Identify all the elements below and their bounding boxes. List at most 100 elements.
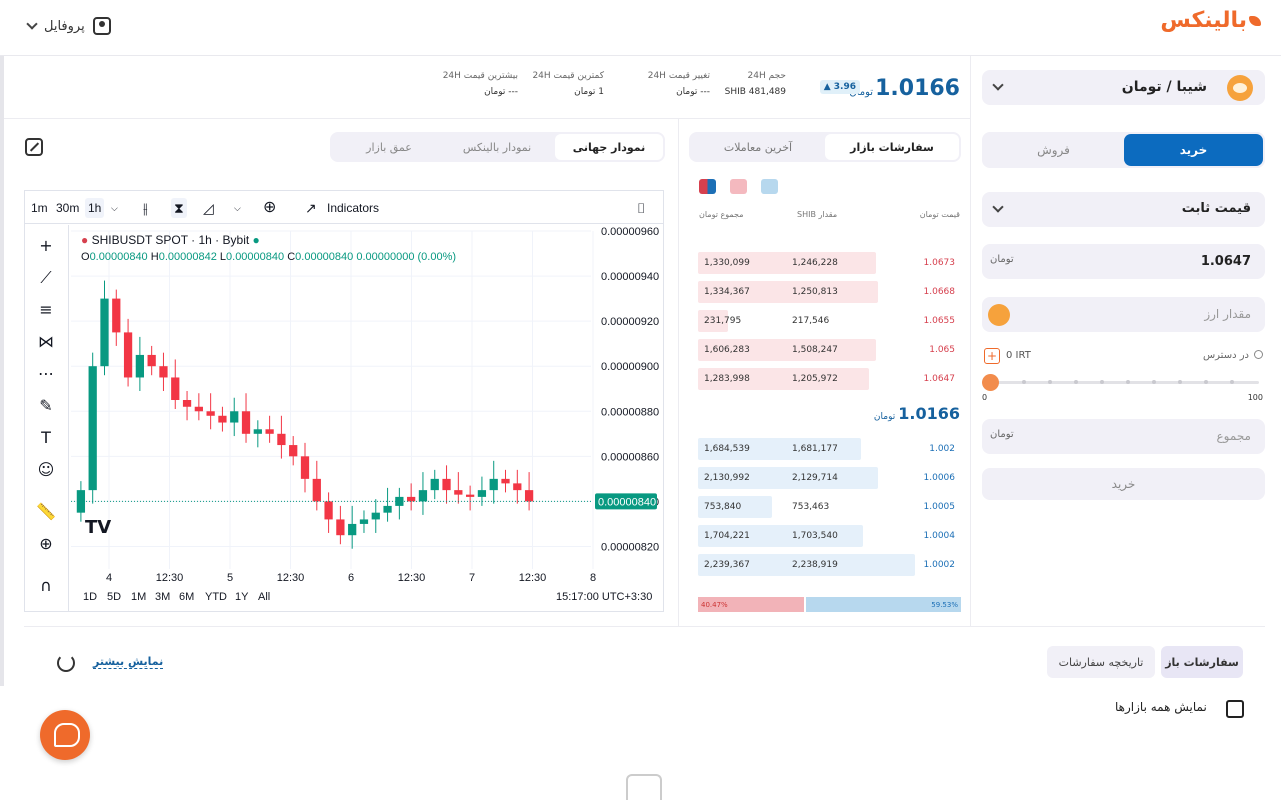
row-total: 1,704,221 xyxy=(704,531,750,541)
row-total: 1,684,539 xyxy=(704,444,750,454)
col-price: قیمت تومان xyxy=(919,210,960,219)
expand-icon[interactable] xyxy=(25,138,43,156)
divider xyxy=(24,626,1265,627)
interval-1h[interactable]: 1h xyxy=(85,198,105,218)
amount-input[interactable]: مقدار ارز xyxy=(982,297,1265,332)
pattern-icon[interactable]: ⋈ xyxy=(35,331,57,353)
emoji-icon[interactable]: ☺ xyxy=(35,459,57,481)
tab-order-history[interactable]: تاریخچه سفارشات xyxy=(1047,646,1155,678)
view-bids-icon[interactable] xyxy=(761,179,778,194)
ask-row[interactable]: 1,606,283 1,508,247 1.065 xyxy=(698,339,961,361)
market-select[interactable]: شیبا / تومان xyxy=(982,70,1265,105)
range-all[interactable]: All xyxy=(258,591,270,603)
logo[interactable]: بالینکس xyxy=(1160,8,1261,33)
bid-row[interactable]: 1,704,221 1,703,540 1.0004 xyxy=(698,525,961,547)
zoom-icon[interactable]: ⊕ xyxy=(35,533,57,555)
sell-tab[interactable]: فروش xyxy=(984,134,1123,166)
crosshair-icon[interactable]: + xyxy=(35,235,57,257)
add-icon[interactable]: ⊕ xyxy=(263,198,276,218)
bar-type-icon[interactable]: ⫲ xyxy=(143,198,148,218)
brush-icon[interactable]: ✎ xyxy=(35,395,57,417)
view-both-icon[interactable] xyxy=(699,179,716,194)
ask-row[interactable]: 231,795 217,546 1.0655 xyxy=(698,310,961,332)
range-ytd[interactable]: YTD xyxy=(205,591,227,603)
total-input[interactable]: مجموع تومان xyxy=(982,419,1265,454)
submit-buy-button[interactable]: خرید xyxy=(982,468,1265,500)
indicators-icon[interactable]: ↗ xyxy=(305,198,317,218)
trendline-icon[interactable]: ⟋ xyxy=(35,267,57,289)
ask-row[interactable]: 1,334,367 1,250,813 1.0668 xyxy=(698,281,961,303)
candle xyxy=(454,490,463,495)
chart-toolbar: 1m 30m 1h ⌵ ⫲ ⧗ ◿ ⌵ ⊕ ↗ Indicators ⌷ xyxy=(25,191,663,224)
tab-market-depth[interactable]: عمق بازار xyxy=(335,134,443,160)
tab-open-orders[interactable]: سفارشات باز xyxy=(1161,646,1243,678)
text-icon[interactable]: T xyxy=(35,427,57,449)
price-input[interactable]: 1.0647 تومان xyxy=(982,244,1265,279)
range-1d[interactable]: 1D xyxy=(83,591,97,603)
range-1m[interactable]: 1M xyxy=(131,591,146,603)
indicators-button[interactable]: Indicators xyxy=(327,198,379,218)
profile-menu[interactable]: پروفایل xyxy=(26,14,111,38)
show-all-markets-label: نمایش همه بازارها xyxy=(1115,700,1207,714)
tab-last-trades[interactable]: آخرین معاملات xyxy=(691,134,825,160)
range-1y[interactable]: 1Y xyxy=(235,591,248,603)
slider-tick xyxy=(1230,380,1234,384)
chart-plot-area[interactable]: 0.00000960 0.00000940 0.00000920 0.00000900… xyxy=(71,225,663,611)
range-6m[interactable]: 6M xyxy=(179,591,194,603)
candles-icon[interactable]: ⧗ xyxy=(171,198,187,218)
chevron-down-icon xyxy=(992,79,1004,91)
ruler-icon[interactable]: 📏 xyxy=(35,501,57,523)
range-5d[interactable]: 5D xyxy=(107,591,121,603)
chat-icon[interactable] xyxy=(40,710,90,760)
tradingview-logo[interactable]: 𝗧𝗩 xyxy=(85,517,111,538)
order-type-select[interactable]: قیمت ثابت xyxy=(982,192,1265,227)
slider-handle[interactable] xyxy=(982,374,999,391)
bid-row[interactable]: 2,239,367 2,238,919 1.0002 xyxy=(698,554,961,576)
tab-balinex-chart[interactable]: نمودار بالینکس xyxy=(443,134,551,160)
range-3m[interactable]: 3M xyxy=(155,591,170,603)
chevron-down-icon[interactable]: ⌵ xyxy=(234,198,241,218)
ticker-bar: 1.0166تومان ▲ 3.96 حجم 24H SHIB 481,489 ت… xyxy=(430,68,960,108)
tab-global-chart[interactable]: نمودار جهانی xyxy=(555,134,663,160)
candle xyxy=(418,490,428,502)
refresh-icon[interactable] xyxy=(57,654,75,672)
candle xyxy=(112,298,121,333)
candle xyxy=(206,411,215,416)
divider xyxy=(4,118,970,119)
interval-1m[interactable]: 1m xyxy=(31,198,48,218)
logo-mark-icon xyxy=(1249,16,1261,26)
refresh-icon[interactable] xyxy=(1254,350,1263,359)
slider-tick xyxy=(1204,380,1208,384)
area-chart-icon[interactable]: ◿ xyxy=(203,198,214,218)
fib-icon[interactable]: ≡ xyxy=(35,299,57,321)
bid-row[interactable]: 1,684,539 1,681,177 1.002 xyxy=(698,438,961,460)
magnet-icon[interactable]: ∩ xyxy=(35,575,57,597)
bid-row[interactable]: 753,840 753,463 1.0005 xyxy=(698,496,961,518)
price-unit: تومان xyxy=(990,254,1014,265)
left-rail xyxy=(0,56,4,686)
row-total: 753,840 xyxy=(704,502,742,512)
chevron-down-icon[interactable]: ⌵ xyxy=(111,198,118,218)
ask-row[interactable]: 1,330,099 1,246,228 1.0673 xyxy=(698,252,961,274)
chart-clock[interactable]: 15:17:00 UTC+3:30 xyxy=(556,591,652,603)
tab-market-orders[interactable]: سفارشات بازار xyxy=(825,134,959,160)
view-asks-icon[interactable] xyxy=(730,179,747,194)
available-balance: + 0 IRT در دسترس xyxy=(982,348,1265,366)
candle xyxy=(171,377,180,400)
order-type-label: قیمت ثابت xyxy=(1181,201,1251,216)
ohlc-open: 0.00000840 xyxy=(89,251,148,263)
camera-icon[interactable]: ⌷ xyxy=(637,198,645,218)
row-amount: 2,129,714 xyxy=(792,473,838,483)
price-value: 1.0647 xyxy=(1200,254,1251,269)
buy-tab[interactable]: خرید xyxy=(1124,134,1263,166)
deposit-plus-icon[interactable]: + xyxy=(984,348,1000,364)
candle xyxy=(147,354,156,367)
prediction-icon[interactable]: ⋯ xyxy=(35,363,57,385)
row-price: 1.0668 xyxy=(923,287,956,297)
show-all-markets-checkbox[interactable] xyxy=(1226,700,1244,718)
amount-slider[interactable]: 0 100 xyxy=(982,373,1265,403)
show-more-link[interactable]: نمایش بیشتر xyxy=(93,655,164,669)
interval-30m[interactable]: 30m xyxy=(56,198,79,218)
bid-row[interactable]: 2,130,992 2,129,714 1.0006 xyxy=(698,467,961,489)
ask-row[interactable]: 1,283,998 1,205,972 1.0647 xyxy=(698,368,961,390)
